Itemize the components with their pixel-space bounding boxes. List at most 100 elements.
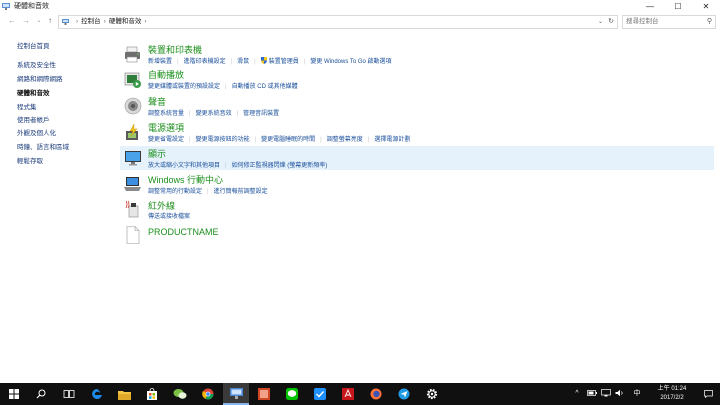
- chrome-icon[interactable]: [195, 383, 221, 405]
- link-change-battery-settings[interactable]: 變更省電設定: [148, 134, 184, 143]
- address-bar[interactable]: › 控制台 › 硬體和音效 › ⌄ ↻: [58, 15, 618, 29]
- search-icon[interactable]: ⚲: [707, 16, 712, 28]
- refresh-icon[interactable]: ↻: [608, 16, 614, 28]
- file-explorer-icon[interactable]: [111, 383, 137, 405]
- battery-icon[interactable]: [586, 383, 598, 405]
- minimize-button[interactable]: —: [636, 0, 664, 13]
- autoplay-icon: [124, 72, 141, 88]
- blank-document-icon: [126, 226, 140, 244]
- back-button[interactable]: ←: [6, 15, 18, 27]
- category-title[interactable]: PRODUCTNAME: [148, 227, 219, 237]
- qq-icon[interactable]: [307, 383, 333, 405]
- category-links: 放大或縮小文字和其他項目 | 如何修正監視器閃爍 (螢幕更新頻率): [148, 160, 327, 169]
- forward-button[interactable]: →: [20, 15, 32, 27]
- search-placeholder: 搜尋控制台: [626, 18, 659, 25]
- settings-icon[interactable]: [419, 383, 445, 405]
- link-send-receive-files[interactable]: 傳送或接收檔案: [148, 211, 190, 220]
- link-power-button-function[interactable]: 變更電源按鈕的功能: [196, 134, 250, 143]
- show-hidden-icons-chevron[interactable]: ^: [572, 383, 582, 405]
- breadcrumb-separator: ›: [103, 18, 106, 25]
- navigation-bar: ← → ⌄ ↑ › 控制台 › 硬體和音效 › ⌄ ↻ 搜尋控制台 ⚲: [0, 13, 720, 30]
- link-computer-sleep-time[interactable]: 變更電腦睡眠的時間: [261, 134, 315, 143]
- link-mouse[interactable]: 滑鼠: [237, 56, 249, 65]
- link-adjust-mobility-settings[interactable]: 調整常用的行動設定: [148, 186, 202, 195]
- maximize-button[interactable]: ☐: [664, 0, 692, 13]
- link-advanced-printer-setup[interactable]: 進階印表機設定: [184, 56, 226, 65]
- nav-hardware-and-sound[interactable]: 硬體和音效: [17, 87, 50, 97]
- category-productname: PRODUCTNAME: [120, 224, 714, 246]
- system-clock[interactable]: 上午 01:24 2017/2/2: [650, 385, 694, 403]
- nav-system-and-security[interactable]: 系統及安全性: [17, 59, 56, 69]
- taskbar: ^ 中 上午 01:24 2017/2/2: [0, 383, 720, 405]
- link-autoplay-cd-media[interactable]: 自動播放 CD 或其他媒體: [232, 81, 298, 90]
- breadcrumb-control-panel[interactable]: 控制台: [81, 18, 101, 25]
- nav-ease-of-access[interactable]: 輕鬆存取: [17, 155, 43, 165]
- breadcrumb-hardware-and-sound[interactable]: 硬體和音效: [109, 18, 142, 25]
- category-title[interactable]: 顯示: [148, 147, 166, 160]
- task-view-icon[interactable]: [56, 383, 82, 405]
- link-manage-audio-devices[interactable]: 管理音訊裝置: [243, 108, 279, 117]
- link-presentation-settings[interactable]: 進行簡報前調整設定: [214, 186, 268, 195]
- up-button[interactable]: ↑: [44, 15, 56, 27]
- link-change-system-sounds[interactable]: 變更系統音效: [196, 108, 232, 117]
- link-text-size[interactable]: 放大或縮小文字和其他項目: [148, 160, 220, 169]
- category-sound: 聲音 調整系統音量 | 變更系統音效 | 管理音訊裝置: [120, 94, 714, 118]
- link-device-manager[interactable]: 裝置管理員: [269, 56, 299, 65]
- nav-control-panel-home[interactable]: 控制台首頁: [17, 40, 50, 50]
- link-change-default-media-settings[interactable]: 變更媒體或裝置的預設設定: [148, 81, 220, 90]
- nav-clock-language-region[interactable]: 時鐘、語言和區域: [17, 141, 69, 151]
- firefox-icon[interactable]: [363, 383, 389, 405]
- category-links: 傳送或接收檔案: [148, 211, 190, 220]
- category-links: 調整系統音量 | 變更系統音效 | 管理音訊裝置: [148, 108, 279, 117]
- nav-appearance-and-personalization[interactable]: 外觀及個人化: [17, 127, 56, 137]
- category-title[interactable]: 電源選項: [148, 121, 184, 134]
- link-choose-power-plan[interactable]: 選擇電源計劃: [374, 134, 410, 143]
- breadcrumb-separator[interactable]: ›: [144, 18, 146, 25]
- category-links: 新增裝置 | 進階印表機設定 | 滑鼠 | 裝置管理員 | 變更 Windows To Go 啟…: [148, 56, 392, 65]
- link-monitor-flicker-refresh-rate[interactable]: 如何修正監視器閃爍 (螢幕更新頻率): [232, 160, 328, 169]
- volume-icon[interactable]: [614, 383, 626, 405]
- display-icon: [125, 151, 141, 166]
- breadcrumb: › 控制台 › 硬體和音效 ›: [73, 16, 150, 28]
- category-title[interactable]: 自動播放: [148, 68, 184, 81]
- nav-user-accounts[interactable]: 使用者帳戶: [17, 114, 50, 124]
- link-add-device[interactable]: 新增裝置: [148, 56, 172, 65]
- paper-plane-icon[interactable]: [391, 383, 417, 405]
- nav-programs[interactable]: 程式集: [17, 101, 37, 111]
- category-links: 變更媒體或裝置的預設設定 | 自動播放 CD 或其他媒體: [148, 81, 298, 90]
- uac-shield-icon: [260, 57, 267, 64]
- link-windows-to-go-startup[interactable]: 變更 Windows To Go 啟動選項: [310, 56, 391, 65]
- close-button[interactable]: ✕: [692, 0, 720, 13]
- link-adjust-screen-brightness[interactable]: 調整螢幕亮度: [327, 134, 363, 143]
- nav-network-and-internet[interactable]: 網路和網際網路: [17, 73, 63, 83]
- category-windows-mobility-center: Windows 行動中心 調整常用的行動設定 | 進行簡報前調整設定: [120, 172, 714, 196]
- link-adjust-system-volume[interactable]: 調整系統音量: [148, 108, 184, 117]
- search-icon[interactable]: [28, 383, 54, 405]
- line-icon[interactable]: [279, 383, 305, 405]
- edge-icon[interactable]: [84, 383, 110, 405]
- category-display[interactable]: 顯示 放大或縮小文字和其他項目 | 如何修正監視器閃爍 (螢幕更新頻率): [120, 146, 714, 170]
- address-dropdown-icon[interactable]: ⌄: [598, 16, 603, 28]
- category-infrared: 紅外線 傳送或接收檔案: [120, 198, 714, 222]
- search-input[interactable]: 搜尋控制台 ⚲: [622, 15, 716, 29]
- category-title[interactable]: 裝置和印表機: [148, 43, 202, 56]
- store-icon[interactable]: [139, 383, 165, 405]
- category-title[interactable]: Windows 行動中心: [148, 173, 223, 186]
- wechat-icon[interactable]: [167, 383, 193, 405]
- network-icon[interactable]: [600, 383, 612, 405]
- title-bar: 硬體和音效 — ☐ ✕: [0, 0, 720, 13]
- input-method-indicator[interactable]: 中: [630, 383, 644, 405]
- infrared-icon: [125, 200, 139, 218]
- acrobat-icon[interactable]: [335, 383, 361, 405]
- speaker-icon: [124, 97, 142, 115]
- powerpoint-icon[interactable]: [251, 383, 277, 405]
- category-devices-and-printers: 裝置和印表機 新增裝置 | 進階印表機設定 | 滑鼠 | 裝置管理員 | 變更 Windows …: [120, 42, 714, 66]
- power-options-icon: [126, 123, 138, 140]
- category-links: 變更省電設定 | 變更電源按鈕的功能 | 變更電腦睡眠的時間 | 調整螢幕亮度 | 選擇電源計劃: [148, 134, 410, 143]
- control-panel-icon[interactable]: [223, 383, 249, 405]
- windows-start-icon[interactable]: [1, 383, 27, 405]
- category-links: 調整常用的行動設定 | 進行簡報前調整設定: [148, 186, 268, 195]
- notification-center-icon[interactable]: [700, 383, 716, 405]
- category-autoplay: 自動播放 變更媒體或裝置的預設設定 | 自動播放 CD 或其他媒體: [120, 67, 714, 91]
- category-title[interactable]: 聲音: [148, 95, 166, 108]
